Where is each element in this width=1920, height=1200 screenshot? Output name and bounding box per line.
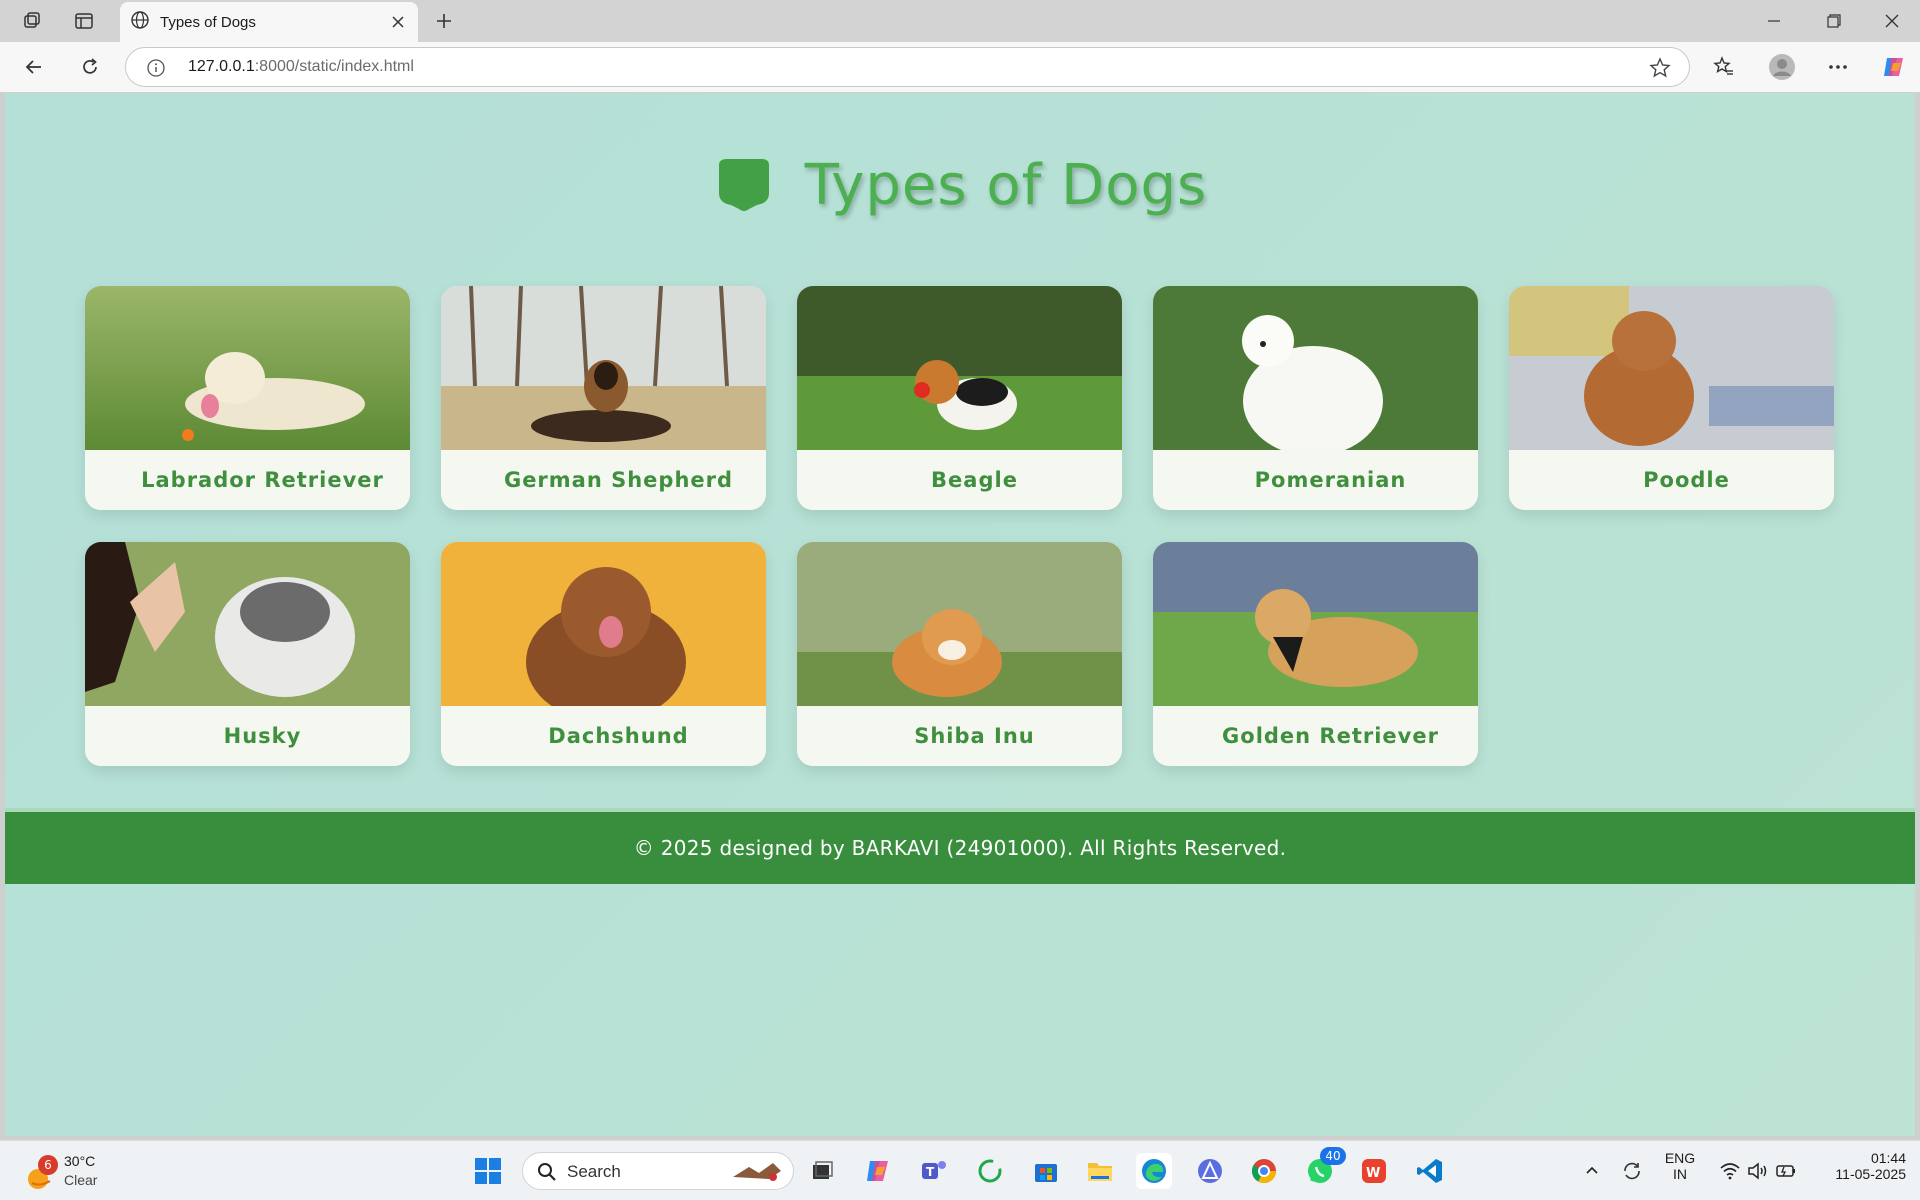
workspaces-icon[interactable]: [18, 7, 46, 35]
file-explorer-icon[interactable]: [1082, 1153, 1118, 1189]
svg-text:W: W: [1366, 1166, 1380, 1181]
shiba-inu-photo: [797, 542, 1122, 706]
task-view-icon[interactable]: [804, 1153, 840, 1189]
battery-icon[interactable]: [1768, 1153, 1804, 1189]
favorite-star-icon[interactable]: [1649, 57, 1671, 79]
sync-icon[interactable]: [1614, 1153, 1650, 1189]
vscode-icon[interactable]: [1412, 1153, 1448, 1189]
breed-label: Beagle: [797, 450, 1122, 510]
whatsapp-badge: 40: [1320, 1147, 1346, 1165]
breed-label: Pomeranian: [1153, 450, 1478, 510]
page-heading: Types of Dogs: [5, 153, 1915, 218]
breed-label: Husky: [85, 706, 410, 766]
taskbar-search[interactable]: Search: [522, 1152, 794, 1190]
paw-icon: [713, 157, 775, 215]
teams-icon[interactable]: T: [916, 1153, 952, 1189]
breed-card-husky[interactable]: Husky: [85, 542, 410, 766]
labrador-photo: [85, 286, 410, 450]
breed-card-beagle[interactable]: Beagle: [797, 286, 1122, 510]
address-bar[interactable]: 127.0.0.1:8000/static/index.html: [125, 47, 1690, 87]
browser-tab-bar: Types of Dogs: [0, 0, 1920, 42]
close-tab-icon[interactable]: [388, 12, 408, 32]
chrome-icon[interactable]: [1246, 1153, 1282, 1189]
minimize-icon[interactable]: [1746, 4, 1802, 38]
store-icon[interactable]: [1028, 1153, 1064, 1189]
breed-label: Golden Retriever: [1153, 706, 1478, 766]
poodle-photo: [1509, 286, 1834, 450]
whatsapp-icon[interactable]: 40: [1302, 1147, 1346, 1189]
husky-photo: [85, 542, 410, 706]
page-viewport: Types of Dogs Labrador Retriever German …: [5, 93, 1915, 1136]
wps-office-icon[interactable]: W: [1356, 1153, 1392, 1189]
golden-retriever-photo: [1153, 542, 1478, 706]
weather-badge: 6: [38, 1155, 58, 1175]
back-arrow-icon[interactable]: [18, 51, 50, 83]
restore-icon[interactable]: [1806, 4, 1862, 38]
weather-condition: Clear: [64, 1172, 98, 1188]
tab-title: Types of Dogs: [160, 13, 256, 31]
tab-actions-icon[interactable]: [70, 7, 98, 35]
page-title: Types of Dogs: [804, 153, 1208, 218]
show-hidden-icons[interactable]: [1574, 1153, 1610, 1189]
weather-widget[interactable]: 6 30°C Clear: [24, 1149, 144, 1193]
copilot-app-icon[interactable]: [860, 1153, 896, 1189]
svg-text:T: T: [926, 1165, 935, 1179]
new-tab-button[interactable]: [430, 7, 458, 35]
refresh-icon[interactable]: [74, 51, 106, 83]
breed-card-german-shepherd[interactable]: German Shepherd: [441, 286, 766, 510]
tab-types-of-dogs[interactable]: Types of Dogs: [120, 2, 418, 42]
browser-toolbar: 127.0.0.1:8000/static/index.html: [0, 42, 1920, 92]
url-text: 127.0.0.1:8000/static/index.html: [188, 58, 414, 75]
page-footer: © 2025 designed by BARKAVI (24901000). A…: [5, 808, 1915, 884]
breed-card-golden-retriever[interactable]: Golden Retriever: [1153, 542, 1478, 766]
clock[interactable]: 01:44 11-05-2025: [1810, 1150, 1906, 1182]
breed-card-dachshund[interactable]: Dachshund: [441, 542, 766, 766]
favorites-icon[interactable]: [1708, 51, 1740, 83]
windows-start-icon[interactable]: [470, 1153, 506, 1189]
beagle-photo: [797, 286, 1122, 450]
weather-temp: 30°C: [64, 1153, 96, 1169]
taskbar: 6 30°C Clear Search T 40 W ENG IN 01:44 …: [0, 1140, 1920, 1200]
copilot-icon[interactable]: [1878, 51, 1910, 83]
edge-icon[interactable]: [1136, 1153, 1172, 1189]
breed-label: German Shepherd: [441, 450, 766, 510]
vpn-app-icon[interactable]: [1192, 1153, 1228, 1189]
breed-card-pomeranian[interactable]: Pomeranian: [1153, 286, 1478, 510]
pomeranian-photo: [1153, 286, 1478, 450]
footer-text: © 2025 designed by BARKAVI (24901000). A…: [633, 836, 1287, 860]
search-icon: [538, 1163, 556, 1181]
breed-label: Shiba Inu: [797, 706, 1122, 766]
breed-label: Poodle: [1509, 450, 1834, 510]
breed-card-shiba-inu[interactable]: Shiba Inu: [797, 542, 1122, 766]
site-info-icon[interactable]: [146, 58, 166, 78]
close-window-icon[interactable]: [1864, 4, 1920, 38]
language-indicator[interactable]: ENG IN: [1660, 1150, 1700, 1182]
breed-card-poodle[interactable]: Poodle: [1509, 286, 1834, 510]
more-options-icon[interactable]: [1822, 51, 1854, 83]
globe-icon: [130, 10, 150, 34]
profile-avatar-icon[interactable]: [1766, 51, 1798, 83]
search-highlight-icon: [733, 1163, 781, 1181]
breed-card-labrador-retriever[interactable]: Labrador Retriever: [85, 286, 410, 510]
breed-label: Dachshund: [441, 706, 766, 766]
refresh-app-icon[interactable]: [972, 1153, 1008, 1189]
german-shepherd-photo: [441, 286, 766, 450]
dachshund-photo: [441, 542, 766, 706]
breed-label: Labrador Retriever: [85, 450, 410, 510]
